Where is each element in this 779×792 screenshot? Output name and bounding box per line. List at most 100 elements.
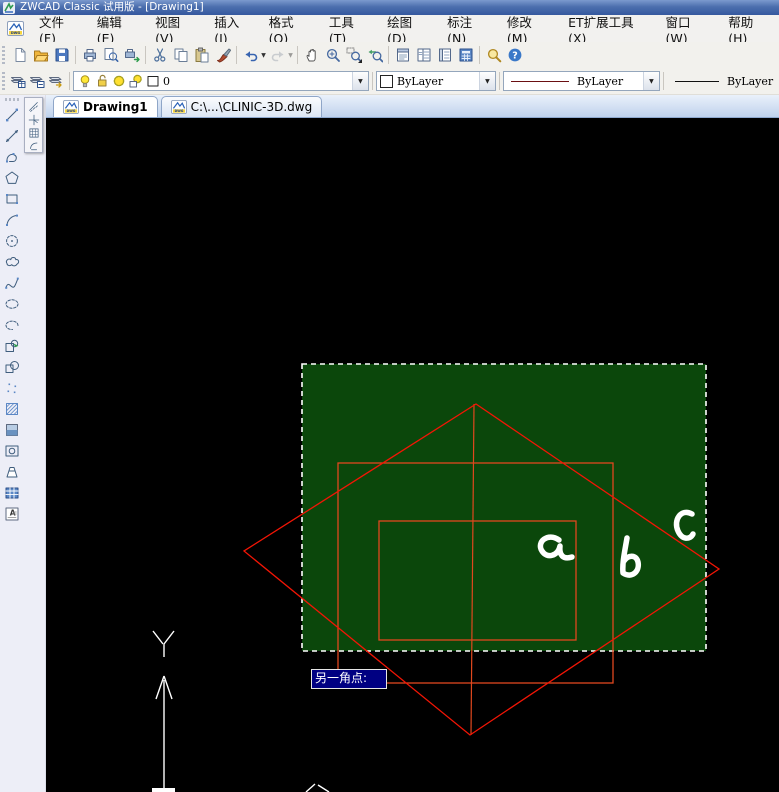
zoom-window-button[interactable] <box>343 44 364 66</box>
tool-palettes-button[interactable] <box>434 44 455 66</box>
drawing-canvas[interactable]: 另一角点: <box>46 118 779 792</box>
properties-palette-icon <box>395 47 411 63</box>
ucs-base <box>152 788 175 792</box>
find-button[interactable] <box>483 44 504 66</box>
bulb-icon <box>77 73 93 89</box>
color-swatch-icon <box>145 73 161 89</box>
design-center-button[interactable] <box>413 44 434 66</box>
table-button[interactable] <box>2 482 23 503</box>
ellipse-button[interactable] <box>2 293 23 314</box>
revision-cloud-button[interactable] <box>2 251 23 272</box>
distance-button[interactable] <box>26 100 41 113</box>
undo-dropdown-arrow[interactable]: ▼ <box>260 52 267 59</box>
mtext-button[interactable]: A <box>2 503 23 524</box>
layer-states-button[interactable] <box>28 70 47 92</box>
color-dropdown-arrow[interactable]: ▼ <box>479 72 495 90</box>
undo-button[interactable] <box>240 44 261 66</box>
open-button[interactable] <box>30 44 51 66</box>
print-icon <box>82 47 98 63</box>
layer-previous-button[interactable] <box>47 70 66 92</box>
cut-icon <box>152 47 168 63</box>
dwg-file-icon: DWG <box>63 100 79 114</box>
app-icon <box>3 2 15 14</box>
copy-button[interactable] <box>170 44 191 66</box>
region-button[interactable] <box>2 440 23 461</box>
rectangle-button[interactable] <box>2 188 23 209</box>
color-value: ByLayer <box>397 75 443 88</box>
quick-calc-icon <box>458 47 474 63</box>
line-button[interactable] <box>2 104 23 125</box>
svg-text:?: ? <box>512 50 518 61</box>
print-preview-button[interactable] <box>100 44 121 66</box>
properties-palette-button[interactable] <box>392 44 413 66</box>
zoom-realtime-button[interactable] <box>322 44 343 66</box>
polygon-button[interactable] <box>2 167 23 188</box>
lineweight-select[interactable]: ByLayer <box>667 71 779 91</box>
table-icon <box>4 485 20 501</box>
mtext-icon: A <box>4 506 20 522</box>
layer-dropdown-arrow[interactable]: ▼ <box>352 72 368 90</box>
construction-line-button[interactable] <box>2 125 23 146</box>
layer-previous-icon <box>48 73 64 89</box>
redo-button[interactable] <box>267 44 288 66</box>
gradient-button[interactable] <box>2 419 23 440</box>
arc-button[interactable] <box>2 209 23 230</box>
lineweight-preview <box>675 81 719 82</box>
toolbar-grip[interactable] <box>2 72 5 90</box>
toolbar-separator <box>663 72 664 90</box>
save-button[interactable] <box>51 44 72 66</box>
linetype-select[interactable]: ByLayer ▼ <box>503 71 660 91</box>
redo-dropdown-arrow[interactable]: ▼ <box>287 52 294 59</box>
cut-button[interactable] <box>149 44 170 66</box>
pan-button[interactable] <box>301 44 322 66</box>
list-button[interactable] <box>26 139 41 152</box>
toolbar-grip[interactable] <box>5 98 19 101</box>
design-center-icon <box>416 47 432 63</box>
new-button[interactable] <box>9 44 30 66</box>
quick-calc-button[interactable] <box>455 44 476 66</box>
draw-toolbar: A <box>1 96 23 524</box>
paste-button[interactable] <box>191 44 212 66</box>
ellipse-arc-button[interactable] <box>2 314 23 335</box>
polyline-button[interactable] <box>2 146 23 167</box>
hatch-button[interactable] <box>2 398 23 419</box>
crossing-selection-window[interactable] <box>302 364 706 651</box>
toolbar-separator <box>297 46 298 64</box>
svg-text:DWG: DWG <box>174 109 183 113</box>
document-tab-2[interactable]: DWGC:\...\CLINIC-3D.dwg <box>161 96 323 117</box>
revision-cloud-icon <box>4 254 20 270</box>
plot-icon <box>124 47 140 63</box>
circle-button[interactable] <box>2 230 23 251</box>
left-dock: A <box>0 95 46 792</box>
linetype-dropdown-arrow[interactable]: ▼ <box>643 72 659 90</box>
document-tab-bar: DWGDrawing1DWGC:\...\CLINIC-3D.dwg <box>46 95 779 118</box>
toolbar-separator <box>499 72 500 90</box>
toolbar-grip[interactable] <box>2 46 5 64</box>
document-icon[interactable]: DWG <box>7 21 24 36</box>
locate-point-button[interactable] <box>26 113 41 126</box>
point-button[interactable] <box>2 377 23 398</box>
layer-manager-button[interactable] <box>9 70 28 92</box>
insert-block-button[interactable] <box>2 335 23 356</box>
make-block-icon <box>4 359 20 375</box>
toolbar-separator <box>479 46 480 64</box>
make-block-button[interactable] <box>2 356 23 377</box>
zoom-previous-icon <box>367 47 383 63</box>
area-button[interactable] <box>26 126 41 139</box>
document-tab-1[interactable]: DWGDrawing1 <box>53 96 158 117</box>
drawing-svg <box>46 118 779 792</box>
plot-button[interactable] <box>121 44 142 66</box>
color-select[interactable]: ByLayer ▼ <box>376 71 496 91</box>
inquiry-toolbar <box>24 97 43 153</box>
ucs-y-arrow <box>156 676 172 789</box>
ellipse-arc-icon <box>4 317 20 333</box>
match-properties-button[interactable] <box>212 44 233 66</box>
wipeout-button[interactable] <box>2 461 23 482</box>
help-button[interactable]: ? <box>504 44 525 66</box>
save-icon <box>54 47 70 63</box>
spline-button[interactable] <box>2 272 23 293</box>
zoom-previous-button[interactable] <box>364 44 385 66</box>
print-button[interactable] <box>79 44 100 66</box>
locate-point-icon <box>28 114 40 126</box>
layer-select[interactable]: 0 ▼ <box>73 71 369 91</box>
